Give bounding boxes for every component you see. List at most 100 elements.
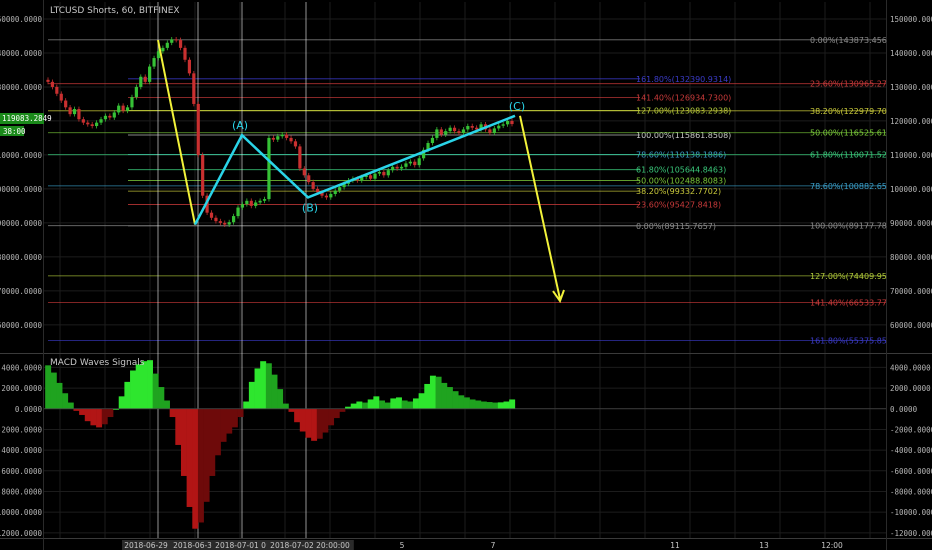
candle-body <box>399 166 404 169</box>
candle-body <box>192 73 196 104</box>
macd-bar <box>62 393 69 409</box>
price-tick-right: 90000.0000 <box>890 219 932 228</box>
candle-body <box>293 141 298 147</box>
candle-body <box>466 126 470 130</box>
candle-body <box>457 131 461 133</box>
candle-body <box>86 122 90 125</box>
price-tick-left: 130000.0000 <box>0 83 42 92</box>
wave-label: (C) <box>509 100 525 113</box>
candle-body <box>95 122 99 127</box>
macd-bar <box>84 408 91 422</box>
candle-body <box>311 182 315 189</box>
candle-body <box>187 59 192 74</box>
time-label: 2018-07-02 20:00:00 <box>270 541 350 550</box>
candle-body <box>324 195 328 198</box>
candle-body <box>448 127 452 132</box>
candle-body <box>139 76 143 87</box>
macd-tick-right: -2000.0000 <box>890 425 932 434</box>
macd-bar <box>243 401 250 409</box>
macd-bar <box>214 408 221 456</box>
candle-body <box>232 216 236 223</box>
macd-bar <box>180 408 187 476</box>
candle-body <box>240 204 245 208</box>
fib-label-right: 78.60%(100882.65 <box>810 182 887 191</box>
macd-bar <box>356 401 363 409</box>
time-label: 5 <box>400 541 405 550</box>
macd-tick-right: -12000.0000 <box>890 529 932 538</box>
candle-body <box>90 124 94 127</box>
candle-body <box>148 66 152 82</box>
price-tick-left: 70000.0000 <box>0 287 42 296</box>
price-tick-right: 140000.0000 <box>890 49 932 58</box>
candle-body <box>68 107 72 115</box>
time-label: 7 <box>491 541 496 550</box>
macd-tick-left: -6000.0000 <box>0 467 42 476</box>
fib-label-left: 23.60%(95427.8418) <box>636 200 721 209</box>
candle-body <box>236 207 240 217</box>
macd-tick-left: -12000.0000 <box>0 529 42 538</box>
macd-bar <box>107 408 114 418</box>
time-label: 11 <box>670 541 680 550</box>
candle-body <box>262 199 267 201</box>
candle-body <box>55 86 59 94</box>
macd-bar <box>192 408 199 529</box>
fib-label-left: 141.40%(126934.7300) <box>636 93 731 102</box>
candle-body <box>391 166 395 171</box>
macd-bar <box>158 387 165 409</box>
candle-body <box>201 154 205 196</box>
macd-bar <box>169 408 176 418</box>
macd-bar <box>412 398 419 409</box>
candle-body <box>333 190 337 194</box>
fib-label-right: 61.80%(110071.52 <box>810 151 887 160</box>
macd-tick-left: -8000.0000 <box>0 487 42 496</box>
macd-bar <box>135 364 142 409</box>
macd-bar <box>322 408 329 433</box>
macd-bar <box>277 389 284 409</box>
macd-tick-right: 4000.0000 <box>890 363 931 372</box>
candle-body <box>470 126 474 128</box>
price-tick-left: 60000.0000 <box>0 321 42 330</box>
candle-body <box>497 125 501 129</box>
candle-body <box>408 161 412 164</box>
candle-body <box>112 112 116 118</box>
macd-bar <box>197 408 204 523</box>
macd-bar <box>220 408 227 442</box>
macd-bar <box>231 408 238 428</box>
macd-bar <box>384 402 391 409</box>
candle-body <box>386 170 390 176</box>
price-tick-right: 80000.0000 <box>890 253 932 262</box>
candle-body <box>103 115 108 120</box>
macd-bar <box>79 408 86 415</box>
candle-body <box>373 173 377 179</box>
macd-bar <box>311 408 318 441</box>
candle-body <box>170 39 174 43</box>
trading-chart[interactable]: 161.80%(132390.9314) 141.40%(126934.7300)… <box>0 0 932 550</box>
candle-body <box>125 107 130 111</box>
macd-tick-left: -4000.0000 <box>0 446 42 455</box>
candle-body <box>134 86 138 98</box>
macd-bar <box>118 396 125 409</box>
macd-bar <box>56 382 63 409</box>
macd-bar <box>209 408 216 476</box>
candle-body <box>501 124 505 126</box>
macd-bar <box>90 408 97 426</box>
macd-bar <box>367 399 374 409</box>
macd-bar <box>299 408 306 432</box>
candle-body <box>209 212 214 218</box>
macd-tick-left: 0.0000 <box>15 405 43 414</box>
candle-body <box>417 158 421 166</box>
time-label: 13 <box>759 541 769 550</box>
candle-body <box>307 175 311 183</box>
candle-body <box>178 40 183 48</box>
candle-body <box>338 187 342 191</box>
macd-tick-right: -4000.0000 <box>890 446 932 455</box>
macd-bar <box>147 360 153 409</box>
fib-label-left: 0.00%(89115.7657) <box>636 222 716 231</box>
time-label: 2018-06-29 <box>124 541 168 550</box>
macd-bar <box>260 361 267 409</box>
macd-bar <box>130 370 137 409</box>
macd-bar <box>124 381 131 409</box>
price-tick-right: 100000.0000 <box>890 185 932 194</box>
last-price-label: 119083.2849 <box>2 114 52 123</box>
candle-body <box>461 129 465 133</box>
